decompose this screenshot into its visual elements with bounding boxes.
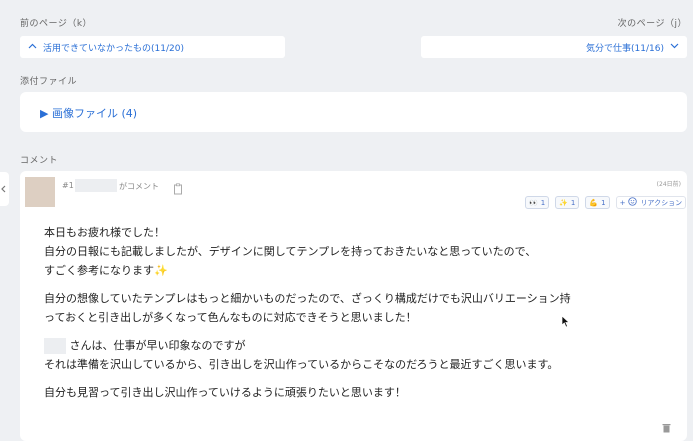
next-page-title: 気分で仕事(11/16) — [586, 43, 664, 54]
comment-body: 本日もお疲れ様でした！ 自分の日報にも記載しましたが、デザインに関してテンプレを… — [44, 223, 644, 411]
comments-section-label: コメント — [20, 156, 59, 166]
comment-line: 自分の日報にも記載しましたが、デザインに関してテンプレを持っておきたいなと思って… — [44, 245, 537, 258]
smiley-icon — [628, 197, 638, 208]
comment-card: #1 がコメント (24日前) 👀 1 ✨ 1 💪 1 + リアクション 本日も… — [20, 171, 687, 441]
comment-paragraph: 自分の想像していたテンプレはもっと細かいものだったので、ざっくり構成だけでも沢山… — [44, 289, 644, 327]
comment-line: 本日もお疲れ様でした！ — [44, 226, 165, 239]
prev-page-link[interactable]: 活用できていなかったもの(11/20) — [20, 36, 285, 58]
copy-icon[interactable] — [173, 180, 183, 199]
trash-icon[interactable] — [662, 418, 671, 437]
comment-line: それは準備を沢山しているから、引き出しを沢山作っているからこそなのだろうと最近す… — [44, 358, 559, 371]
prev-page-label: 前のページ（k） — [20, 19, 93, 29]
prev-page-title: 活用できていなかったもの(11/20) — [43, 43, 184, 54]
chevron-up-icon — [28, 42, 37, 52]
reactions-bar: 👀 1 ✨ 1 💪 1 + リアクション — [525, 196, 687, 209]
comment-paragraph: さんは、仕事が早い印象なのですが それは準備を沢山しているから、引き出しを沢山作… — [44, 336, 644, 374]
comment-time: (24日前) — [656, 181, 681, 188]
mentioned-user[interactable] — [44, 338, 66, 354]
reaction-sparkles[interactable]: ✨ 1 — [555, 196, 580, 209]
comment-paragraph: 自分も見習って引き出し沢山作っていけるように頑張りたいと思います！ — [44, 383, 644, 402]
image-files-toggle[interactable]: ▶ 画像ファイル (4) — [40, 105, 137, 121]
comment-line: さんは、仕事が早い印象なのですが — [69, 339, 246, 352]
eyes-icon: 👀 — [529, 198, 538, 207]
next-page-label: 次のページ（j） — [617, 19, 687, 29]
comment-paragraph: 本日もお疲れ様でした！ 自分の日報にも記載しましたが、デザインに関してテンプレを… — [44, 223, 644, 280]
reaction-count: 1 — [540, 198, 546, 207]
add-reaction-button[interactable]: + リアクション — [615, 196, 687, 209]
attachments-card: ▶ 画像ファイル (4) — [20, 92, 687, 132]
avatar — [25, 177, 55, 207]
attachments-section-label: 添付ファイル — [20, 77, 78, 87]
add-reaction-label: リアクション — [640, 198, 683, 207]
next-page-link[interactable]: 気分で仕事(11/16) — [421, 36, 687, 58]
side-panel-toggle[interactable] — [0, 172, 9, 206]
muscle-icon: 💪 — [589, 198, 599, 207]
reaction-count: 1 — [570, 198, 576, 207]
chevron-left-icon — [1, 185, 6, 193]
comment-line: っておくと引き出しが多くなって色んなものに対応できそうと思いました！ — [44, 311, 417, 324]
comment-line: すごく参考になります✨ — [44, 264, 168, 277]
reaction-eyes[interactable]: 👀 1 — [525, 196, 550, 209]
reaction-muscle[interactable]: 💪 1 — [585, 196, 610, 209]
reaction-count: 1 — [601, 198, 606, 207]
sparkles-icon: ✨ — [559, 198, 568, 207]
mouse-cursor-icon — [561, 313, 570, 332]
comment-number: #1 — [62, 181, 74, 190]
comment-line: 自分の想像していたテンプレはもっと細かいものだったので、ざっくり構成だけでも沢山… — [44, 292, 571, 305]
chevron-down-icon — [670, 42, 679, 52]
comment-line: 自分も見習って引き出し沢山作っていけるように頑張りたいと思います！ — [44, 386, 406, 399]
plus-icon: + — [619, 198, 626, 207]
comment-action-text: がコメント — [119, 182, 159, 191]
commenter-name[interactable] — [75, 179, 117, 192]
